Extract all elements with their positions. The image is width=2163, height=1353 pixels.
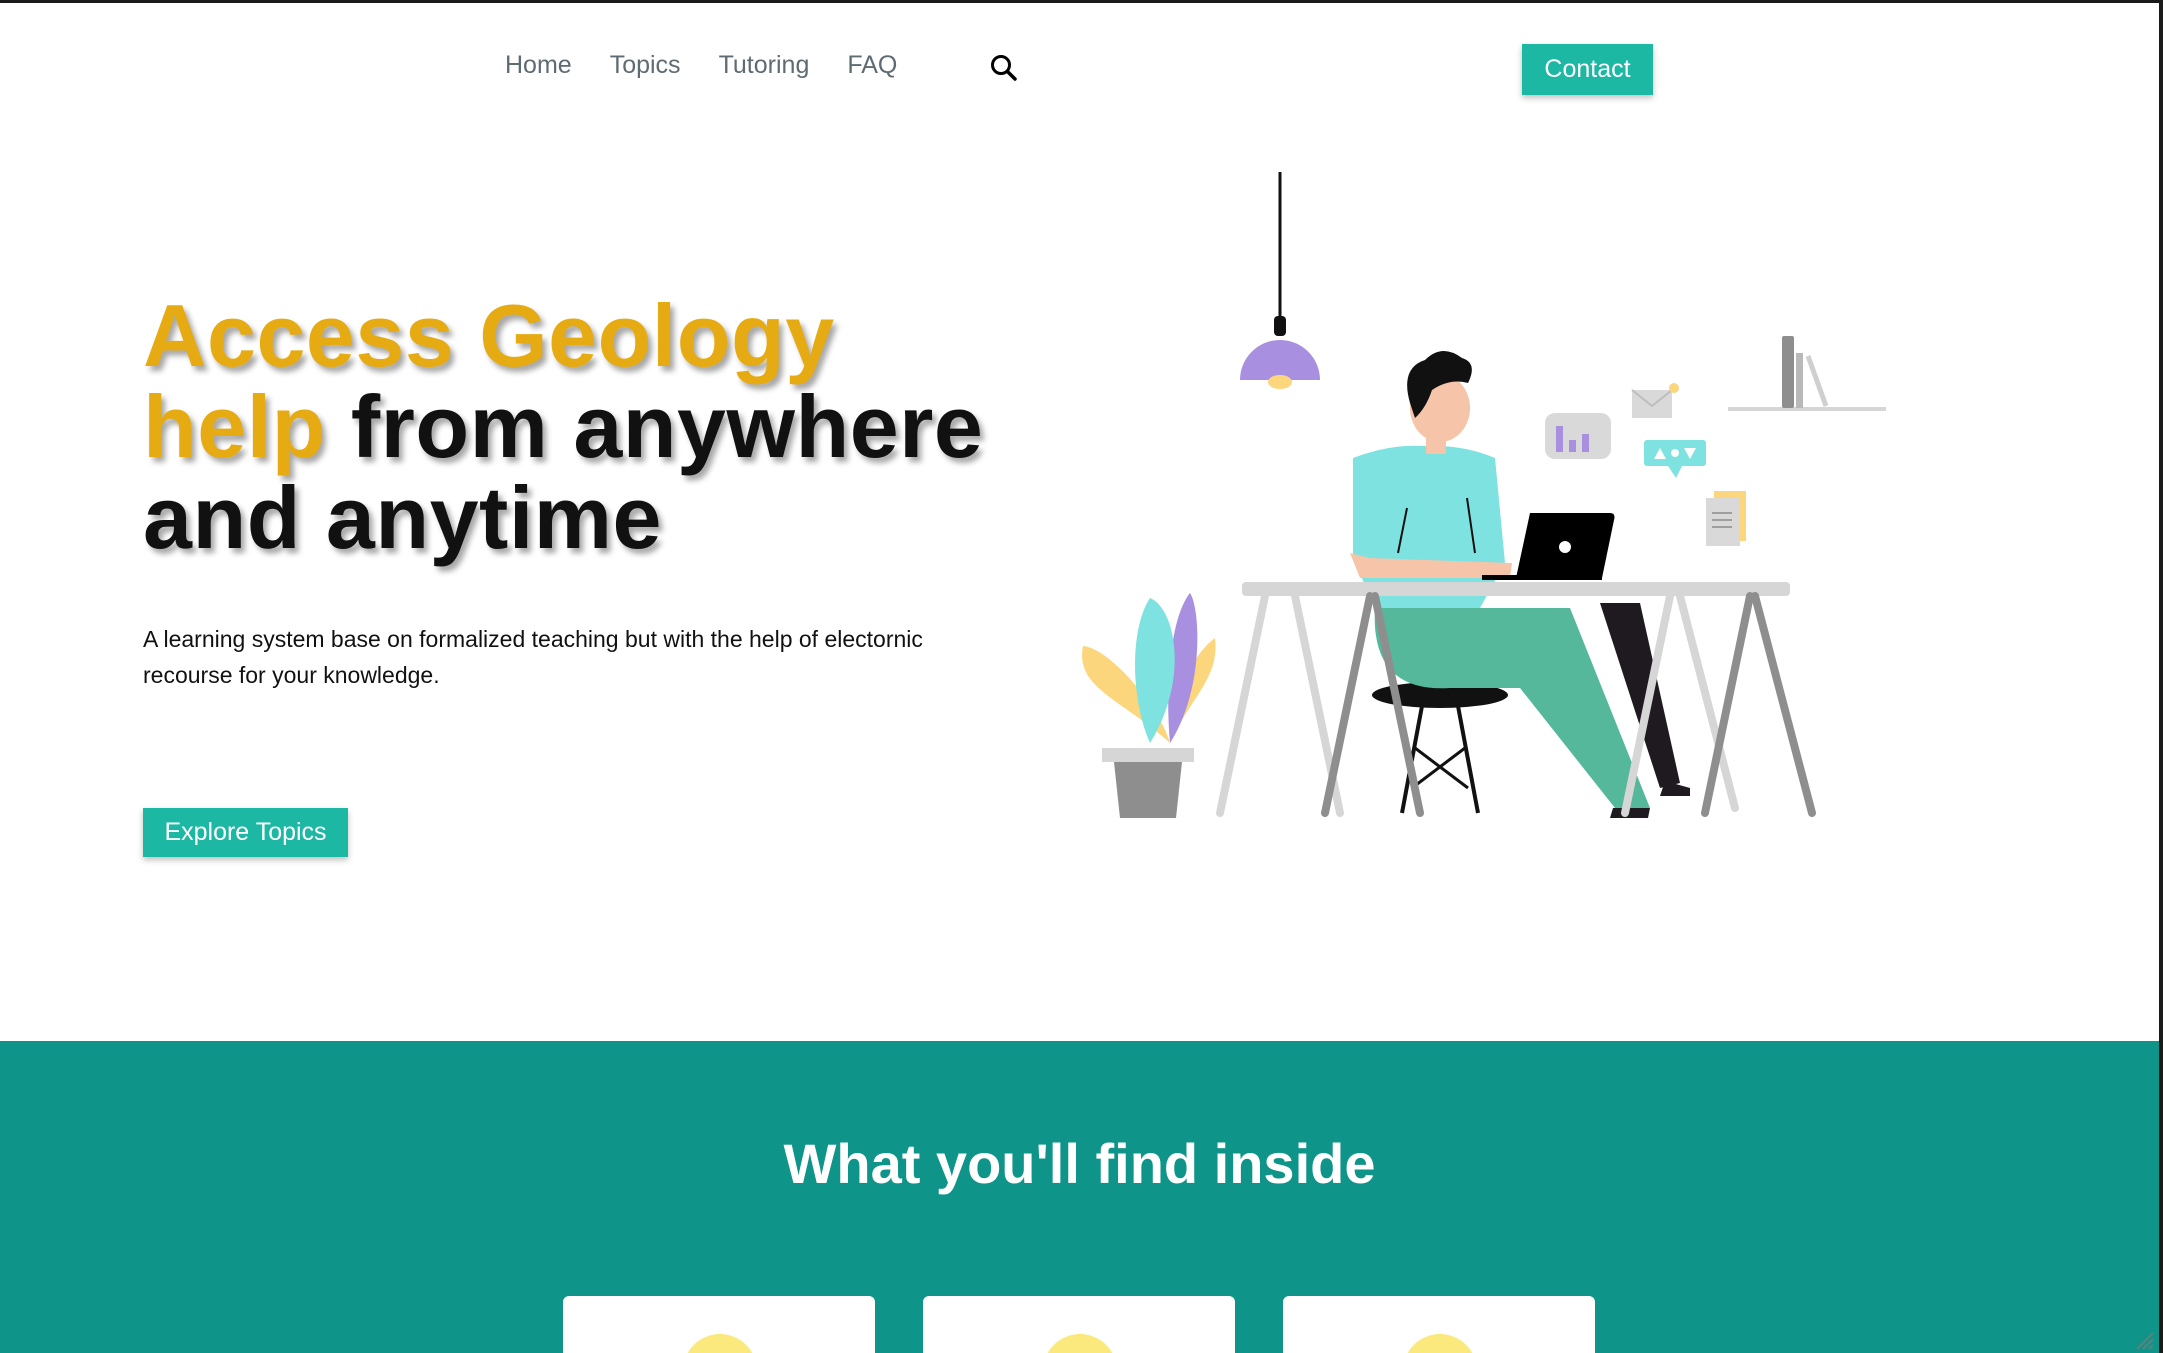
bookshelf-icon (1728, 336, 1886, 411)
stool-icon (1372, 682, 1508, 814)
resize-grip-icon[interactable] (2133, 1329, 2155, 1351)
chart-bubble-icon (1545, 413, 1611, 459)
chat-bubble-icon (1644, 440, 1706, 478)
potted-plant-icon (1082, 593, 1216, 818)
hero-title-rest-1: from anywhere (325, 377, 984, 476)
hero-title-rest-2: and anytime (143, 468, 662, 567)
hero-illustration (1082, 172, 1886, 818)
main-nav: Home Topics Tutoring FAQ (505, 51, 897, 80)
feature-card-icon (683, 1334, 757, 1353)
nav-link-tutoring[interactable]: Tutoring (719, 51, 810, 80)
explore-topics-button[interactable]: Explore Topics (143, 808, 348, 857)
hero-title: Access Geology help from anywhere and anyt… (143, 290, 1043, 563)
feature-card[interactable] (923, 1296, 1235, 1353)
search-icon[interactable] (989, 53, 1019, 83)
nav-link-home[interactable]: Home (505, 51, 572, 80)
contact-button[interactable]: Contact (1522, 44, 1653, 95)
hero-description: A learning system base on formalized tea… (143, 626, 923, 688)
documents-icon (1706, 491, 1746, 546)
feature-card[interactable] (563, 1296, 875, 1353)
page: Home Topics Tutoring FAQ Contact Access … (0, 3, 2159, 1353)
feature-card-icon (1403, 1334, 1477, 1353)
pendant-lamp-icon (1240, 172, 1320, 389)
features-title: What you'll find inside (783, 1132, 1376, 1195)
nav-link-topics[interactable]: Topics (610, 51, 681, 80)
nav-link-faq[interactable]: FAQ (847, 51, 897, 80)
feature-card[interactable] (1283, 1296, 1595, 1353)
hero-title-accent-2: help (143, 377, 326, 476)
feature-card-icon (1043, 1334, 1117, 1353)
features-section: What you'll find inside (0, 1041, 2159, 1353)
hero-title-accent-1: Access Geology (143, 286, 835, 385)
envelope-icon (1631, 383, 1679, 418)
